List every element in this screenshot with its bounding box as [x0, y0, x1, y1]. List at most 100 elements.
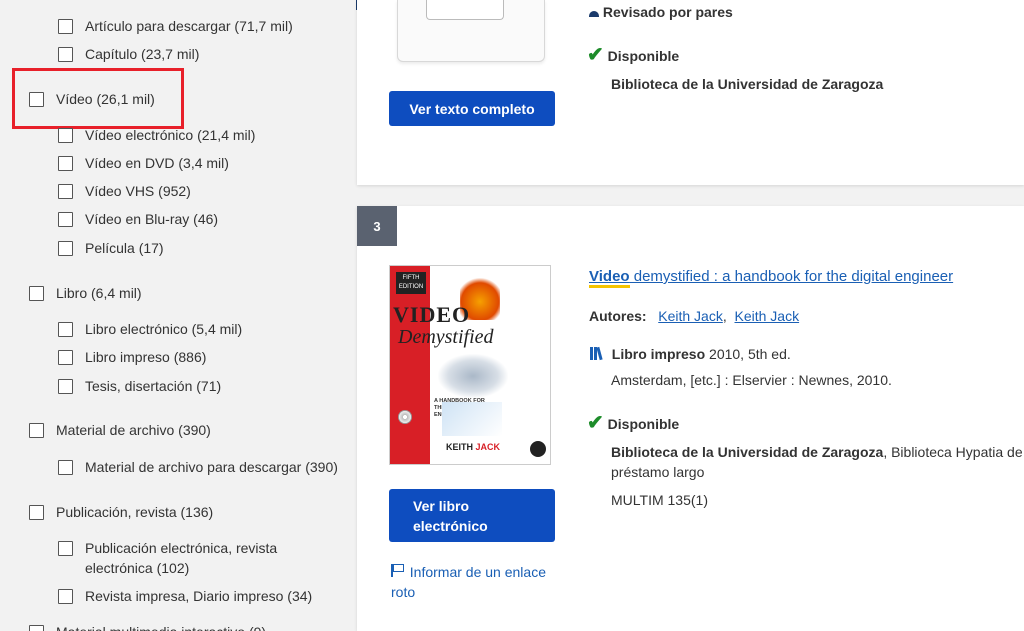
cover-red-band [390, 266, 430, 464]
checkbox[interactable] [58, 128, 73, 143]
facet-print-book[interactable]: Libro impreso (886) [58, 347, 206, 367]
author-link[interactable]: Keith Jack [735, 308, 800, 324]
availability: ✔ Disponible [587, 44, 680, 66]
facet-multimedia[interactable]: Material multimedia interactivo (9) [29, 622, 266, 631]
cover-author: KEITH JACK [446, 442, 500, 452]
cover-title: VIDEO [393, 302, 471, 327]
availability-label: Disponible [607, 48, 680, 64]
view-full-text-button[interactable]: Ver texto completo [389, 91, 555, 126]
facet-label: Publicación electrónica, revista electró… [85, 540, 278, 576]
checkbox[interactable] [29, 92, 44, 107]
library-rest: , Biblioteca Hypatia de Alc [883, 444, 1024, 460]
checkbox[interactable] [29, 505, 44, 520]
thumbnail-image [426, 0, 504, 20]
facet-thesis[interactable]: Tesis, disertación (71) [58, 376, 221, 396]
facet-video-electronic[interactable]: Vídeo electrónico (21,4 mil) [58, 125, 255, 145]
authors-label: Autores: [589, 308, 647, 324]
checkbox[interactable] [58, 460, 73, 475]
facet-book[interactable]: Libro (6,4 mil) [29, 283, 142, 303]
result-card: 3 FIFTH EDITION VIDEO Demystified A HAND… [357, 206, 1024, 631]
authors-row: Autores: Keith Jack, Keith Jack [589, 308, 800, 324]
facet-sidebar: Artículo para descargar (71,7 mil) Capít… [0, 0, 356, 631]
facet-label: Material de archivo (390) [56, 422, 211, 438]
loan-type: préstamo largo [611, 464, 705, 480]
checkbox[interactable] [58, 184, 73, 199]
checkbox[interactable] [58, 241, 73, 256]
facet-label: Revista impresa, Diario impreso (34) [85, 588, 313, 604]
library-name: Biblioteca de la Universidad de Zaragoza [611, 76, 884, 92]
peer-reviewed-icon [589, 11, 599, 17]
cover-disc-icon [398, 410, 412, 424]
book-icon [590, 346, 604, 361]
facet-label: Vídeo en Blu-ray (46) [85, 211, 219, 227]
facet-ebook[interactable]: Libro electrónico (5,4 mil) [58, 319, 242, 339]
checkbox[interactable] [29, 286, 44, 301]
facet-print-journal[interactable]: Revista impresa, Diario impreso (34) [58, 586, 312, 606]
view-ebook-button[interactable]: Ver libro electrónico [389, 489, 555, 542]
checkbox[interactable] [58, 19, 73, 34]
facet-label: Material de archivo para descargar (390) [85, 459, 338, 475]
facet-label: Vídeo electrónico (21,4 mil) [85, 127, 256, 143]
facet-label: Publicación, revista (136) [56, 504, 214, 520]
facet-chapter[interactable]: Capítulo (23,7 mil) [58, 44, 199, 64]
cover-author-last: JACK [475, 442, 501, 452]
checkbox[interactable] [29, 625, 44, 631]
facet-label: Película (17) [85, 240, 164, 256]
facet-label: Libro (6,4 mil) [56, 285, 142, 301]
cover-title-script: Demystified [398, 326, 494, 348]
view-ebook-label: Ver libro electrónico [413, 497, 488, 534]
library-name: Biblioteca de la Universidad de Zaragoza [611, 444, 884, 460]
availability-label: Disponible [607, 416, 680, 432]
checkbox[interactable] [58, 212, 73, 227]
facet-label: Vídeo (26,1 mil) [56, 91, 155, 107]
checkbox[interactable] [58, 322, 73, 337]
cover-figures [442, 402, 502, 436]
edition: 2010, 5th ed. [705, 346, 791, 362]
facet-label: Libro electrónico (5,4 mil) [85, 321, 243, 337]
cover-edition: FIFTH EDITION [396, 272, 426, 294]
facet-video-vhs[interactable]: Vídeo VHS (952) [58, 181, 191, 201]
checkbox[interactable] [58, 47, 73, 62]
report-link-label[interactable]: Informar de un enlace roto [391, 564, 546, 600]
facet-label: Capítulo (23,7 mil) [85, 46, 200, 62]
facet-label: Material multimedia interactivo (9) [56, 622, 266, 631]
format-label: Libro impreso [611, 346, 706, 362]
facet-archive[interactable]: Material de archivo (390) [29, 420, 211, 440]
result-title[interactable]: Video demystified : a handbook for the d… [589, 268, 953, 288]
check-icon: ✔ [587, 44, 604, 66]
author-link[interactable]: Keith Jack [658, 308, 723, 324]
title-rest[interactable]: demystified : a handbook for the digital… [630, 268, 953, 285]
facet-archive-download[interactable]: Material de archivo para descargar (390) [58, 457, 338, 477]
checkbox[interactable] [29, 423, 44, 438]
library-location: Biblioteca de la Universidad de Zaragoza… [611, 444, 1024, 460]
facet-video[interactable]: Vídeo (26,1 mil) [29, 89, 155, 109]
facet-article-download[interactable]: Artículo para descargar (71,7 mil) [58, 16, 293, 36]
facet-label: Tesis, disertación (71) [85, 378, 222, 394]
publisher-logo-icon [530, 441, 546, 457]
availability: ✔ Disponible [587, 413, 680, 433]
checkbox[interactable] [58, 589, 73, 604]
facet-video-dvd[interactable]: Vídeo en DVD (3,4 mil) [58, 153, 229, 173]
facet-label: Vídeo VHS (952) [85, 183, 191, 199]
facet-label: Libro impreso (886) [85, 349, 207, 365]
cover-author-first: KEITH [446, 442, 473, 452]
peer-reviewed: Revisado por pares [589, 4, 733, 20]
checkbox[interactable] [58, 350, 73, 365]
title-highlight[interactable]: Video [589, 268, 630, 288]
report-broken-link[interactable]: Informar de un enlace roto [391, 562, 551, 602]
book-cover[interactable]: FIFTH EDITION VIDEO Demystified A HANDBO… [389, 265, 551, 465]
checkbox[interactable] [58, 541, 73, 556]
flag-icon [391, 564, 404, 577]
cover-splash [438, 354, 508, 398]
facet-ejournal[interactable]: Publicación electrónica, revista electró… [58, 538, 308, 578]
thumbnail[interactable] [397, 0, 545, 62]
facet-film[interactable]: Película (17) [58, 238, 164, 258]
facet-label: Vídeo en DVD (3,4 mil) [85, 155, 229, 171]
facet-label: Artículo para descargar (71,7 mil) [85, 18, 293, 34]
publisher: Amsterdam, [etc.] : Elservier : Newnes, … [611, 372, 892, 388]
checkbox[interactable] [58, 156, 73, 171]
format-row: Libro impreso 2010, 5th ed. [590, 346, 791, 362]
facet-video-bluray[interactable]: Vídeo en Blu-ray (46) [58, 209, 218, 229]
facet-journal[interactable]: Publicación, revista (136) [29, 502, 213, 522]
checkbox[interactable] [58, 379, 73, 394]
